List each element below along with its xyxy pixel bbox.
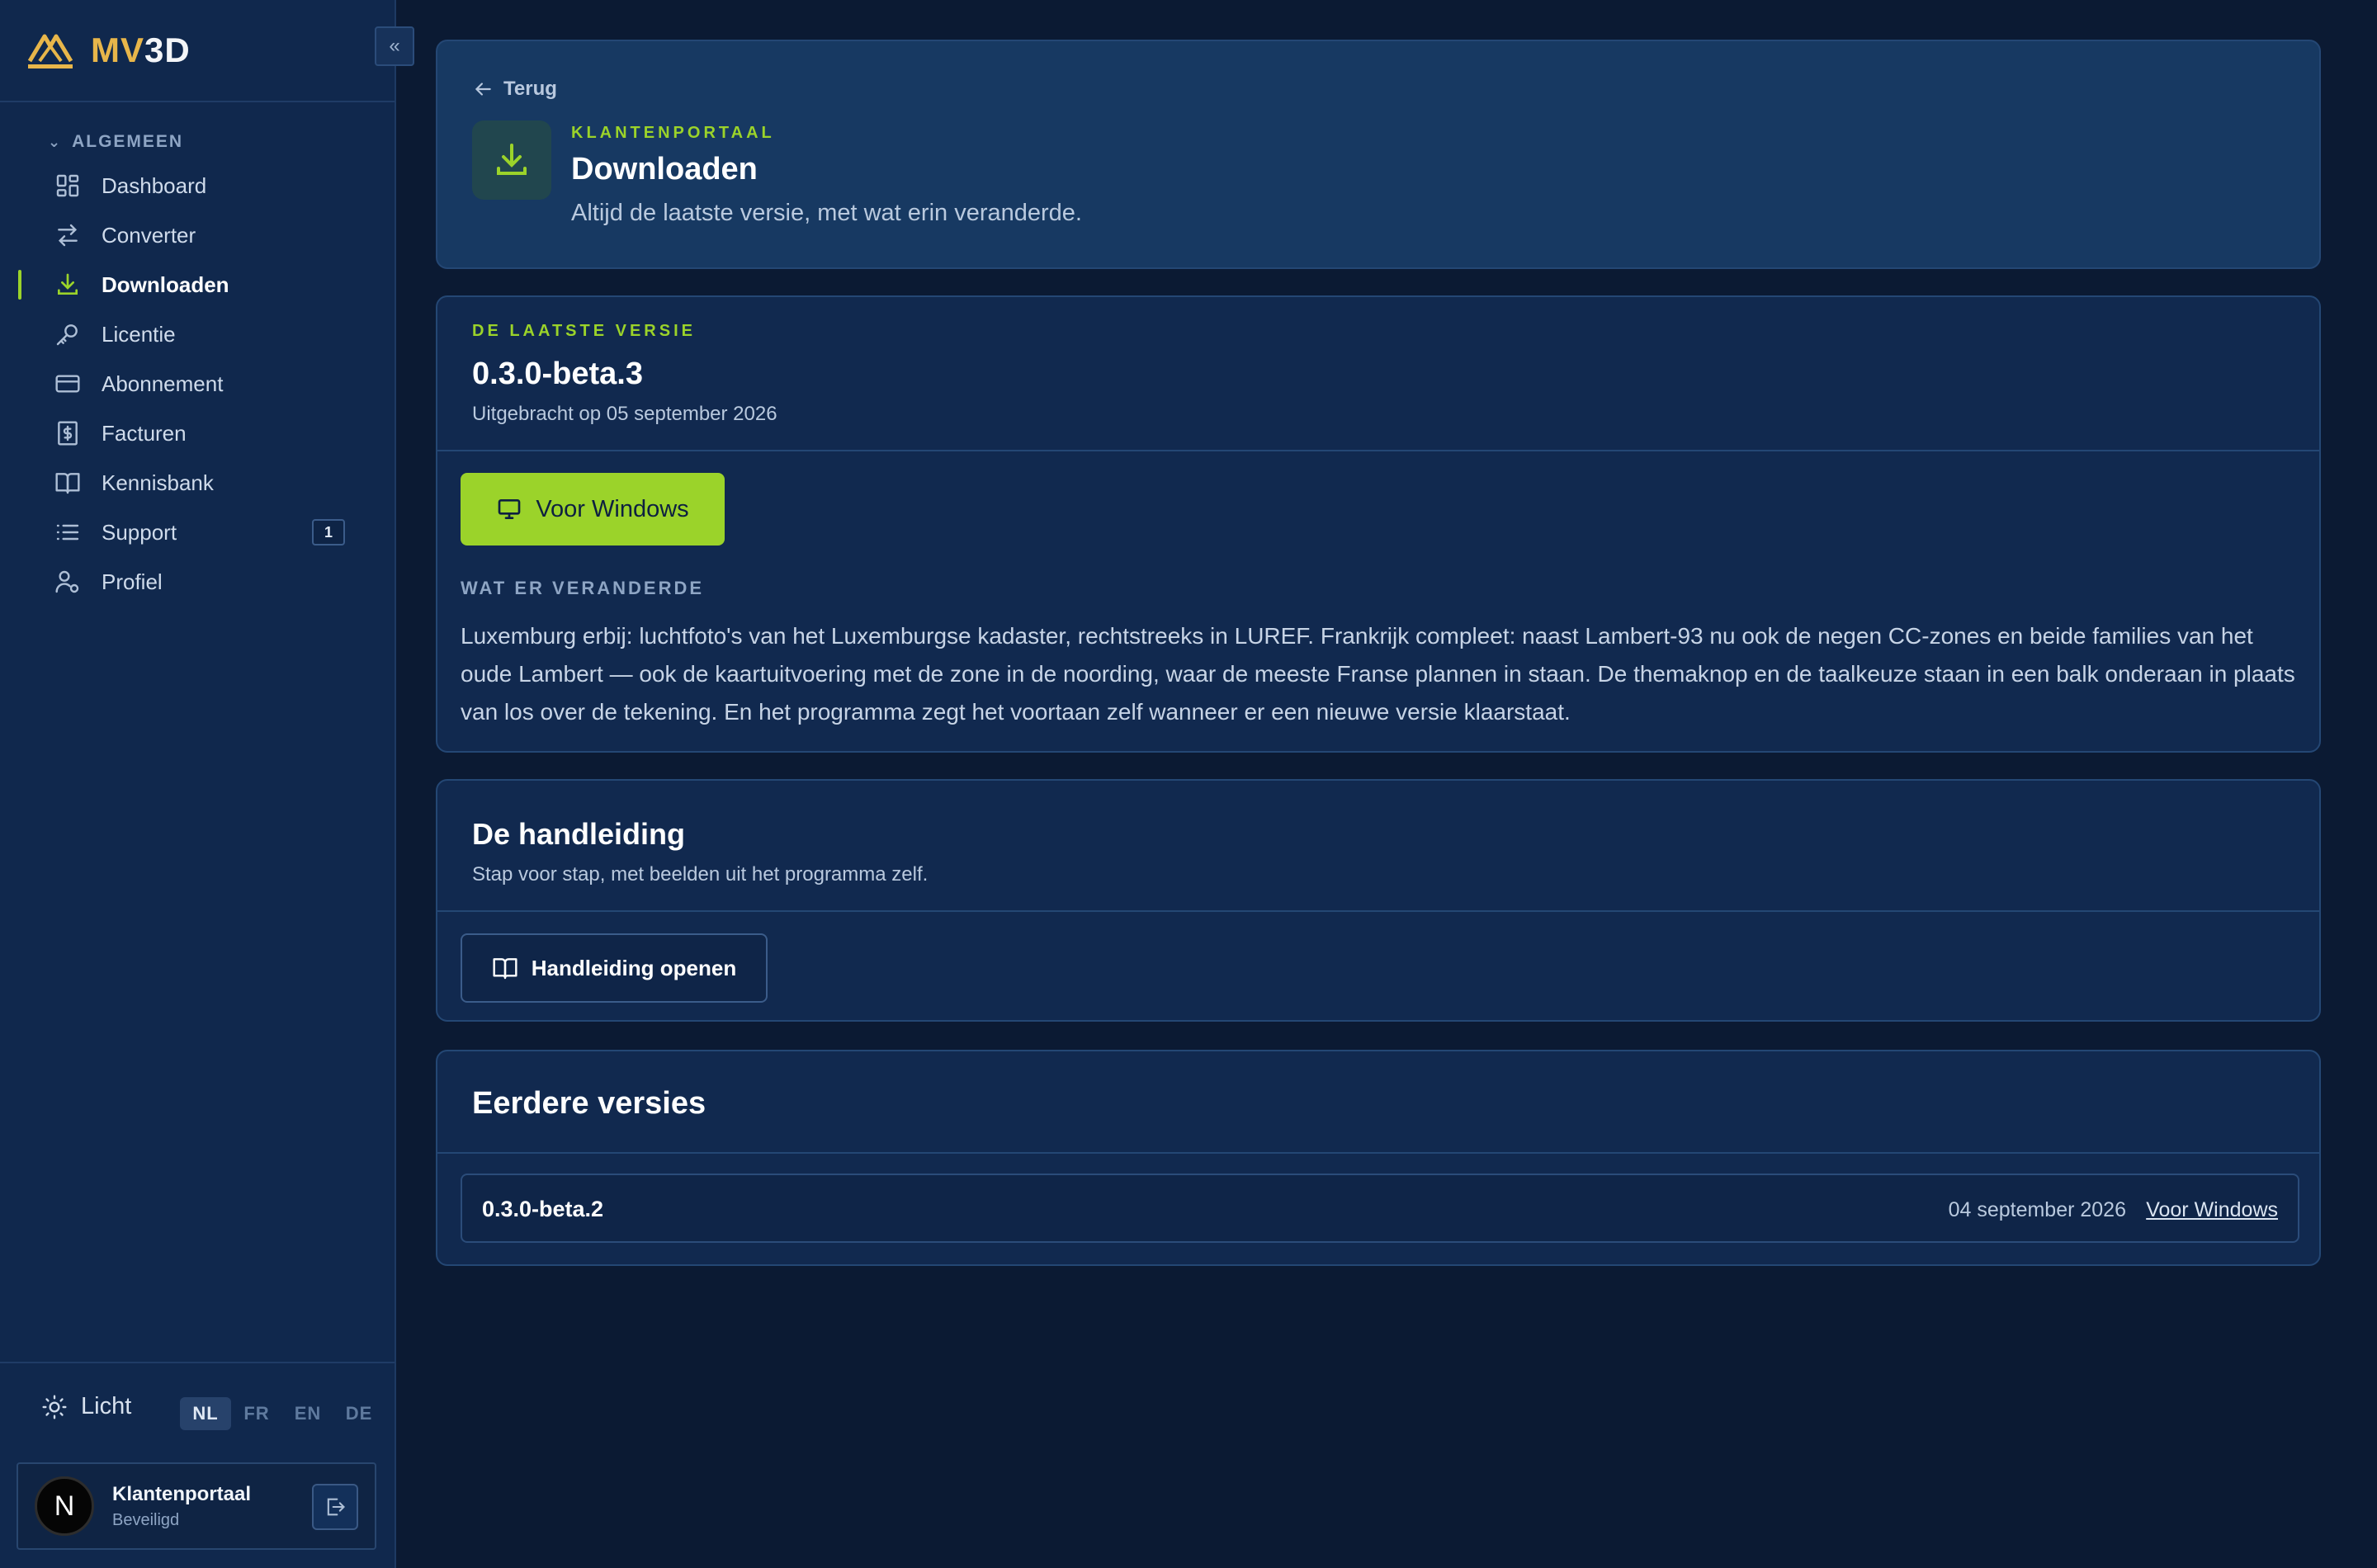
release-date: Uitgebracht op 05 september 2026	[472, 403, 777, 425]
sidebar-item-abonnement[interactable]: Abonnement	[0, 359, 395, 409]
manual-card: De handleiding Stap voor stap, met beeld…	[436, 779, 2321, 1022]
divider	[437, 910, 2319, 912]
sidebar-item-label: Facturen	[102, 420, 187, 446]
previous-versions-title: Eerdere versies	[472, 1086, 706, 1121]
previous-version-download-link[interactable]: Voor Windows	[2146, 1198, 2278, 1222]
back-label: Terug	[503, 78, 557, 100]
sidebar-footer-divider	[0, 1362, 395, 1363]
download-icon	[497, 144, 527, 175]
account-status: Beveiligd	[112, 1510, 180, 1529]
sidebar-item-label: Downloaden	[102, 272, 229, 297]
sidebar-item-label: Profiel	[102, 569, 163, 594]
sidebar-item-support[interactable]: Support 1	[0, 508, 395, 557]
sidebar-item-licentie[interactable]: Licentie	[0, 309, 395, 359]
manual-title: De handleiding	[472, 817, 686, 851]
open-manual-button[interactable]: Handleiding openen	[461, 933, 768, 1003]
previous-version-number: 0.3.0-beta.2	[482, 1197, 604, 1221]
sidebar-item-label: Support	[102, 519, 177, 545]
sidebar-item-converter[interactable]: Converter	[0, 210, 395, 260]
latest-version-eyebrow: DE LAATSTE VERSIE	[472, 322, 696, 340]
invoice-icon	[58, 421, 78, 446]
monitor-icon	[498, 499, 521, 519]
sidebar-item-label: Abonnement	[102, 371, 224, 396]
previous-version-date: 04 september 2026	[1948, 1198, 2126, 1221]
download-windows-button[interactable]: Voor Windows	[461, 473, 725, 545]
chevron-down-icon: ⌄	[48, 133, 63, 150]
sidebar-item-profiel[interactable]: Profiel	[0, 557, 395, 607]
logout-button[interactable]	[312, 1484, 358, 1530]
changelog-text: Luxemburg erbij: luchtfoto's van het Lux…	[461, 623, 2295, 725]
download-icon	[58, 273, 78, 295]
theme-label: Licht	[81, 1393, 132, 1419]
sidebar-item-label: Kennisbank	[102, 470, 214, 495]
sidebar-nav: Dashboard Converter Downloaden Licentie …	[0, 161, 395, 607]
arrows-swap-icon	[58, 224, 78, 247]
arrow-left-icon	[475, 83, 491, 96]
nav-section-label: ALGEMEEN	[72, 132, 184, 151]
language-nl[interactable]: NL	[180, 1397, 231, 1430]
user-settings-icon	[55, 570, 79, 593]
account-name: Klantenportaal	[112, 1482, 252, 1505]
language-de[interactable]: DE	[333, 1397, 385, 1430]
language-fr[interactable]: FR	[231, 1397, 282, 1430]
page-eyebrow: KLANTENPORTAAL	[571, 124, 775, 142]
avatar: N	[35, 1476, 94, 1536]
latest-version-card: DE LAATSTE VERSIE 0.3.0-beta.3 Uitgebrac…	[436, 295, 2321, 753]
sidebar-item-label: Licentie	[102, 321, 176, 347]
support-count-badge: 1	[312, 519, 345, 545]
download-windows-label: Voor Windows	[536, 495, 689, 522]
brand-name: MV3D	[91, 31, 191, 69]
book-icon	[55, 473, 80, 494]
dashboard-icon	[56, 174, 79, 197]
list-item: 0.3.0-beta.2 04 september 2026 Voor Wind…	[461, 1174, 2299, 1243]
previous-versions-card: Eerdere versies 0.3.0-beta.2 04 septembe…	[436, 1050, 2321, 1266]
account-panel: N Klantenportaal Beveiligd	[17, 1462, 376, 1550]
page-subtitle: Altijd de laatste versie, met wat erin v…	[571, 200, 1082, 226]
theme-toggle[interactable]: Licht	[41, 1393, 131, 1420]
open-manual-label: Handleiding openen	[531, 955, 737, 980]
logout-icon	[327, 1498, 345, 1516]
language-switcher: NL FR EN DE	[180, 1397, 385, 1430]
nav-section-algemeen[interactable]: ⌄ ALGEMEEN	[48, 132, 183, 152]
credit-card-icon	[55, 375, 80, 393]
sidebar-item-downloaden[interactable]: Downloaden	[0, 260, 395, 309]
page-header-card: Terug KLANTENPORTAAL Downloaden Altijd d…	[436, 40, 2321, 269]
divider	[437, 1152, 2319, 1154]
sun-icon	[42, 1394, 67, 1419]
changes-heading: WAT ER VERANDERDE	[461, 578, 705, 598]
sidebar-item-facturen[interactable]: Facturen	[0, 409, 395, 458]
sidebar-item-label: Converter	[102, 222, 196, 248]
manual-subtitle: Stap voor stap, met beelden uit het prog…	[472, 863, 929, 886]
download-badge	[472, 120, 551, 200]
sidebar-item-dashboard[interactable]: Dashboard	[0, 161, 395, 210]
brand[interactable]: MV3D	[0, 0, 395, 102]
sidebar-item-kennisbank[interactable]: Kennisbank	[0, 458, 395, 508]
sidebar-item-label: Dashboard	[102, 172, 207, 198]
mountain-logo-icon	[27, 34, 73, 68]
latest-version-number: 0.3.0-beta.3	[472, 357, 643, 391]
key-icon	[56, 324, 78, 346]
sidebar: MV3D « ⌄ ALGEMEEN Dashboard Converter Do…	[0, 0, 414, 1568]
back-link[interactable]: Terug	[472, 78, 557, 101]
list-icon	[56, 524, 79, 541]
main-content: Terug KLANTENPORTAAL Downloaden Altijd d…	[396, 0, 2377, 1568]
divider	[437, 450, 2319, 451]
book-icon	[493, 958, 517, 980]
page-title: Downloaden	[571, 152, 758, 187]
language-en[interactable]: EN	[282, 1397, 333, 1430]
